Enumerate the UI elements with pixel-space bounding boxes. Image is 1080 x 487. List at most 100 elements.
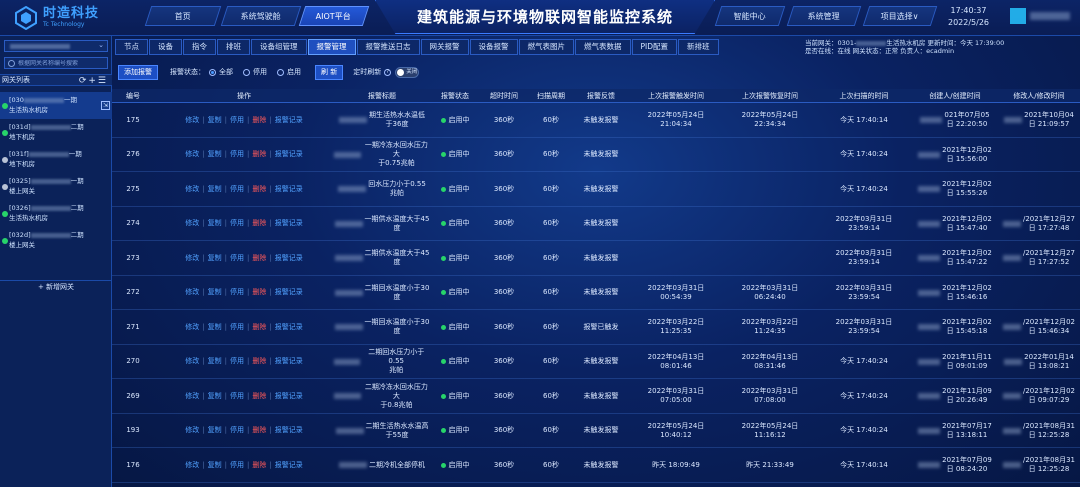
tab-11[interactable]: PID配置 (631, 39, 678, 55)
copy-link[interactable]: 复制 (208, 323, 222, 331)
tab-12[interactable]: 新排班 (678, 39, 719, 55)
auto-refresh-toggle[interactable]: 关闭 (395, 66, 420, 78)
disable-link[interactable]: 停用 (230, 219, 244, 227)
delete-link[interactable]: 删除 (252, 461, 266, 469)
open-icon[interactable]: ⇲ (101, 101, 110, 110)
disable-link[interactable]: 停用 (230, 426, 244, 434)
radio-enabled[interactable]: 启用 (277, 67, 301, 77)
tab-9[interactable]: 燃气表图片 (518, 39, 574, 55)
delete-link[interactable]: 删除 (252, 254, 266, 262)
edit-link[interactable]: 修改 (185, 150, 199, 158)
gateway-name-tail: 一期 (70, 177, 84, 185)
copy-link[interactable]: 复制 (208, 288, 222, 296)
copy-link[interactable]: 复制 (208, 116, 222, 124)
list-icon[interactable]: ☰ (98, 76, 108, 86)
edit-link[interactable]: 修改 (185, 323, 199, 331)
edit-link[interactable]: 修改 (185, 357, 199, 365)
delete-link[interactable]: 删除 (252, 150, 266, 158)
nav-smart-center[interactable]: 智能中心 (714, 6, 786, 26)
alarm-records-link[interactable]: 报警记录 (275, 116, 303, 124)
alarm-records-link[interactable]: 报警记录 (275, 426, 303, 434)
delete-link[interactable]: 删除 (252, 426, 266, 434)
copy-link[interactable]: 复制 (208, 219, 222, 227)
tab-7[interactable]: 网关报警 (420, 39, 469, 55)
tab-0[interactable]: 节点 (115, 39, 148, 55)
tab-10[interactable]: 燃气表数据 (575, 39, 631, 55)
disable-link[interactable]: 停用 (230, 392, 244, 400)
cell-id: 176 (112, 448, 154, 483)
delete-link[interactable]: 删除 (252, 116, 266, 124)
nav-aiot[interactable]: AIOT平台 (298, 6, 370, 26)
edit-link[interactable]: 修改 (185, 461, 199, 469)
add-gateway-button[interactable]: + 新增网关 (0, 280, 112, 292)
nav-project-select[interactable]: 项目选择 ∨ (862, 6, 938, 26)
tab-3[interactable]: 排班 (217, 39, 250, 55)
edit-link[interactable]: 修改 (185, 288, 199, 296)
alarm-records-link[interactable]: 报警记录 (275, 254, 303, 262)
radio-disabled[interactable]: 停用 (243, 67, 267, 77)
tab-4[interactable]: 设备组管理 (251, 39, 307, 55)
alarm-records-link[interactable]: 报警记录 (275, 392, 303, 400)
gateway-search-input[interactable] (17, 59, 107, 67)
tab-1[interactable]: 设备 (149, 39, 182, 55)
delete-link[interactable]: 删除 (252, 357, 266, 365)
cell-modified: /2021年12月27 日 17:27:52 (998, 241, 1080, 276)
copy-link[interactable]: 复制 (208, 426, 222, 434)
nav-system-management[interactable]: 系统管理 (786, 6, 862, 26)
sidebar-item-gateway[interactable]: [031f] 一期 地下机房 (0, 146, 112, 173)
edit-link[interactable]: 修改 (185, 426, 199, 434)
help-icon[interactable]: ? (384, 68, 392, 76)
project-select[interactable]: ⌄ (4, 40, 108, 52)
alarm-records-link[interactable]: 报警记录 (275, 357, 303, 365)
delete-link[interactable]: 删除 (252, 392, 266, 400)
alarm-records-link[interactable]: 报警记录 (275, 150, 303, 158)
disable-link[interactable]: 停用 (230, 288, 244, 296)
sidebar-item-gateway[interactable]: [031d] 二期 地下机房 (0, 119, 112, 146)
sidebar-item-gateway[interactable]: [032d] 二期 楼上网关 (0, 227, 112, 254)
delete-link[interactable]: 删除 (252, 288, 266, 296)
disable-link[interactable]: 停用 (230, 461, 244, 469)
disable-link[interactable]: 停用 (230, 323, 244, 331)
sidebar-item-gateway[interactable]: [030 一期 生活热水机房 ⇲ (0, 92, 112, 119)
alarm-records-link[interactable]: 报警记录 (275, 288, 303, 296)
disable-link[interactable]: 停用 (230, 150, 244, 158)
add-alarm-button[interactable]: 添加报警 (118, 64, 158, 80)
disable-link[interactable]: 停用 (230, 185, 244, 193)
tab-5[interactable]: 报警管理 (307, 39, 356, 55)
edit-link[interactable]: 修改 (185, 116, 199, 124)
nav-home[interactable]: 首页 (144, 6, 222, 26)
copy-link[interactable]: 复制 (208, 150, 222, 158)
gateway-search-box[interactable] (4, 57, 108, 69)
alarm-records-link[interactable]: 报警记录 (275, 219, 303, 227)
edit-link[interactable]: 修改 (185, 254, 199, 262)
alarm-records-link[interactable]: 报警记录 (275, 323, 303, 331)
sidebar-item-gateway[interactable]: [0326] 二期 生活热水机房 (0, 200, 112, 227)
plus-icon[interactable]: + (88, 76, 98, 86)
edit-link[interactable]: 修改 (185, 392, 199, 400)
refresh-button[interactable]: 刷 新 (315, 64, 344, 80)
copy-link[interactable]: 复制 (208, 185, 222, 193)
alarm-records-link[interactable]: 报警记录 (275, 185, 303, 193)
nav-cockpit[interactable]: 系统驾驶舱 (220, 6, 302, 26)
tab-2[interactable]: 指令 (183, 39, 216, 55)
refresh-icon[interactable]: ⟳ (79, 76, 89, 86)
copy-link[interactable]: 复制 (208, 392, 222, 400)
cell-last-scan: 今天 17:40:24 (840, 391, 888, 400)
disable-link[interactable]: 停用 (230, 116, 244, 124)
disable-link[interactable]: 停用 (230, 254, 244, 262)
tab-8[interactable]: 设备报警 (469, 39, 518, 55)
delete-link[interactable]: 删除 (252, 219, 266, 227)
radio-all[interactable]: 全部 (209, 67, 233, 77)
disable-link[interactable]: 停用 (230, 357, 244, 365)
copy-link[interactable]: 复制 (208, 357, 222, 365)
avatar[interactable] (1010, 8, 1026, 24)
alarm-records-link[interactable]: 报警记录 (275, 461, 303, 469)
edit-link[interactable]: 修改 (185, 185, 199, 193)
delete-link[interactable]: 删除 (252, 323, 266, 331)
copy-link[interactable]: 复制 (208, 254, 222, 262)
delete-link[interactable]: 删除 (252, 185, 266, 193)
edit-link[interactable]: 修改 (185, 219, 199, 227)
sidebar-item-gateway[interactable]: [0325] 一期 楼上网关 (0, 173, 112, 200)
copy-link[interactable]: 复制 (208, 461, 222, 469)
tab-6[interactable]: 报警推送日志 (356, 39, 420, 55)
